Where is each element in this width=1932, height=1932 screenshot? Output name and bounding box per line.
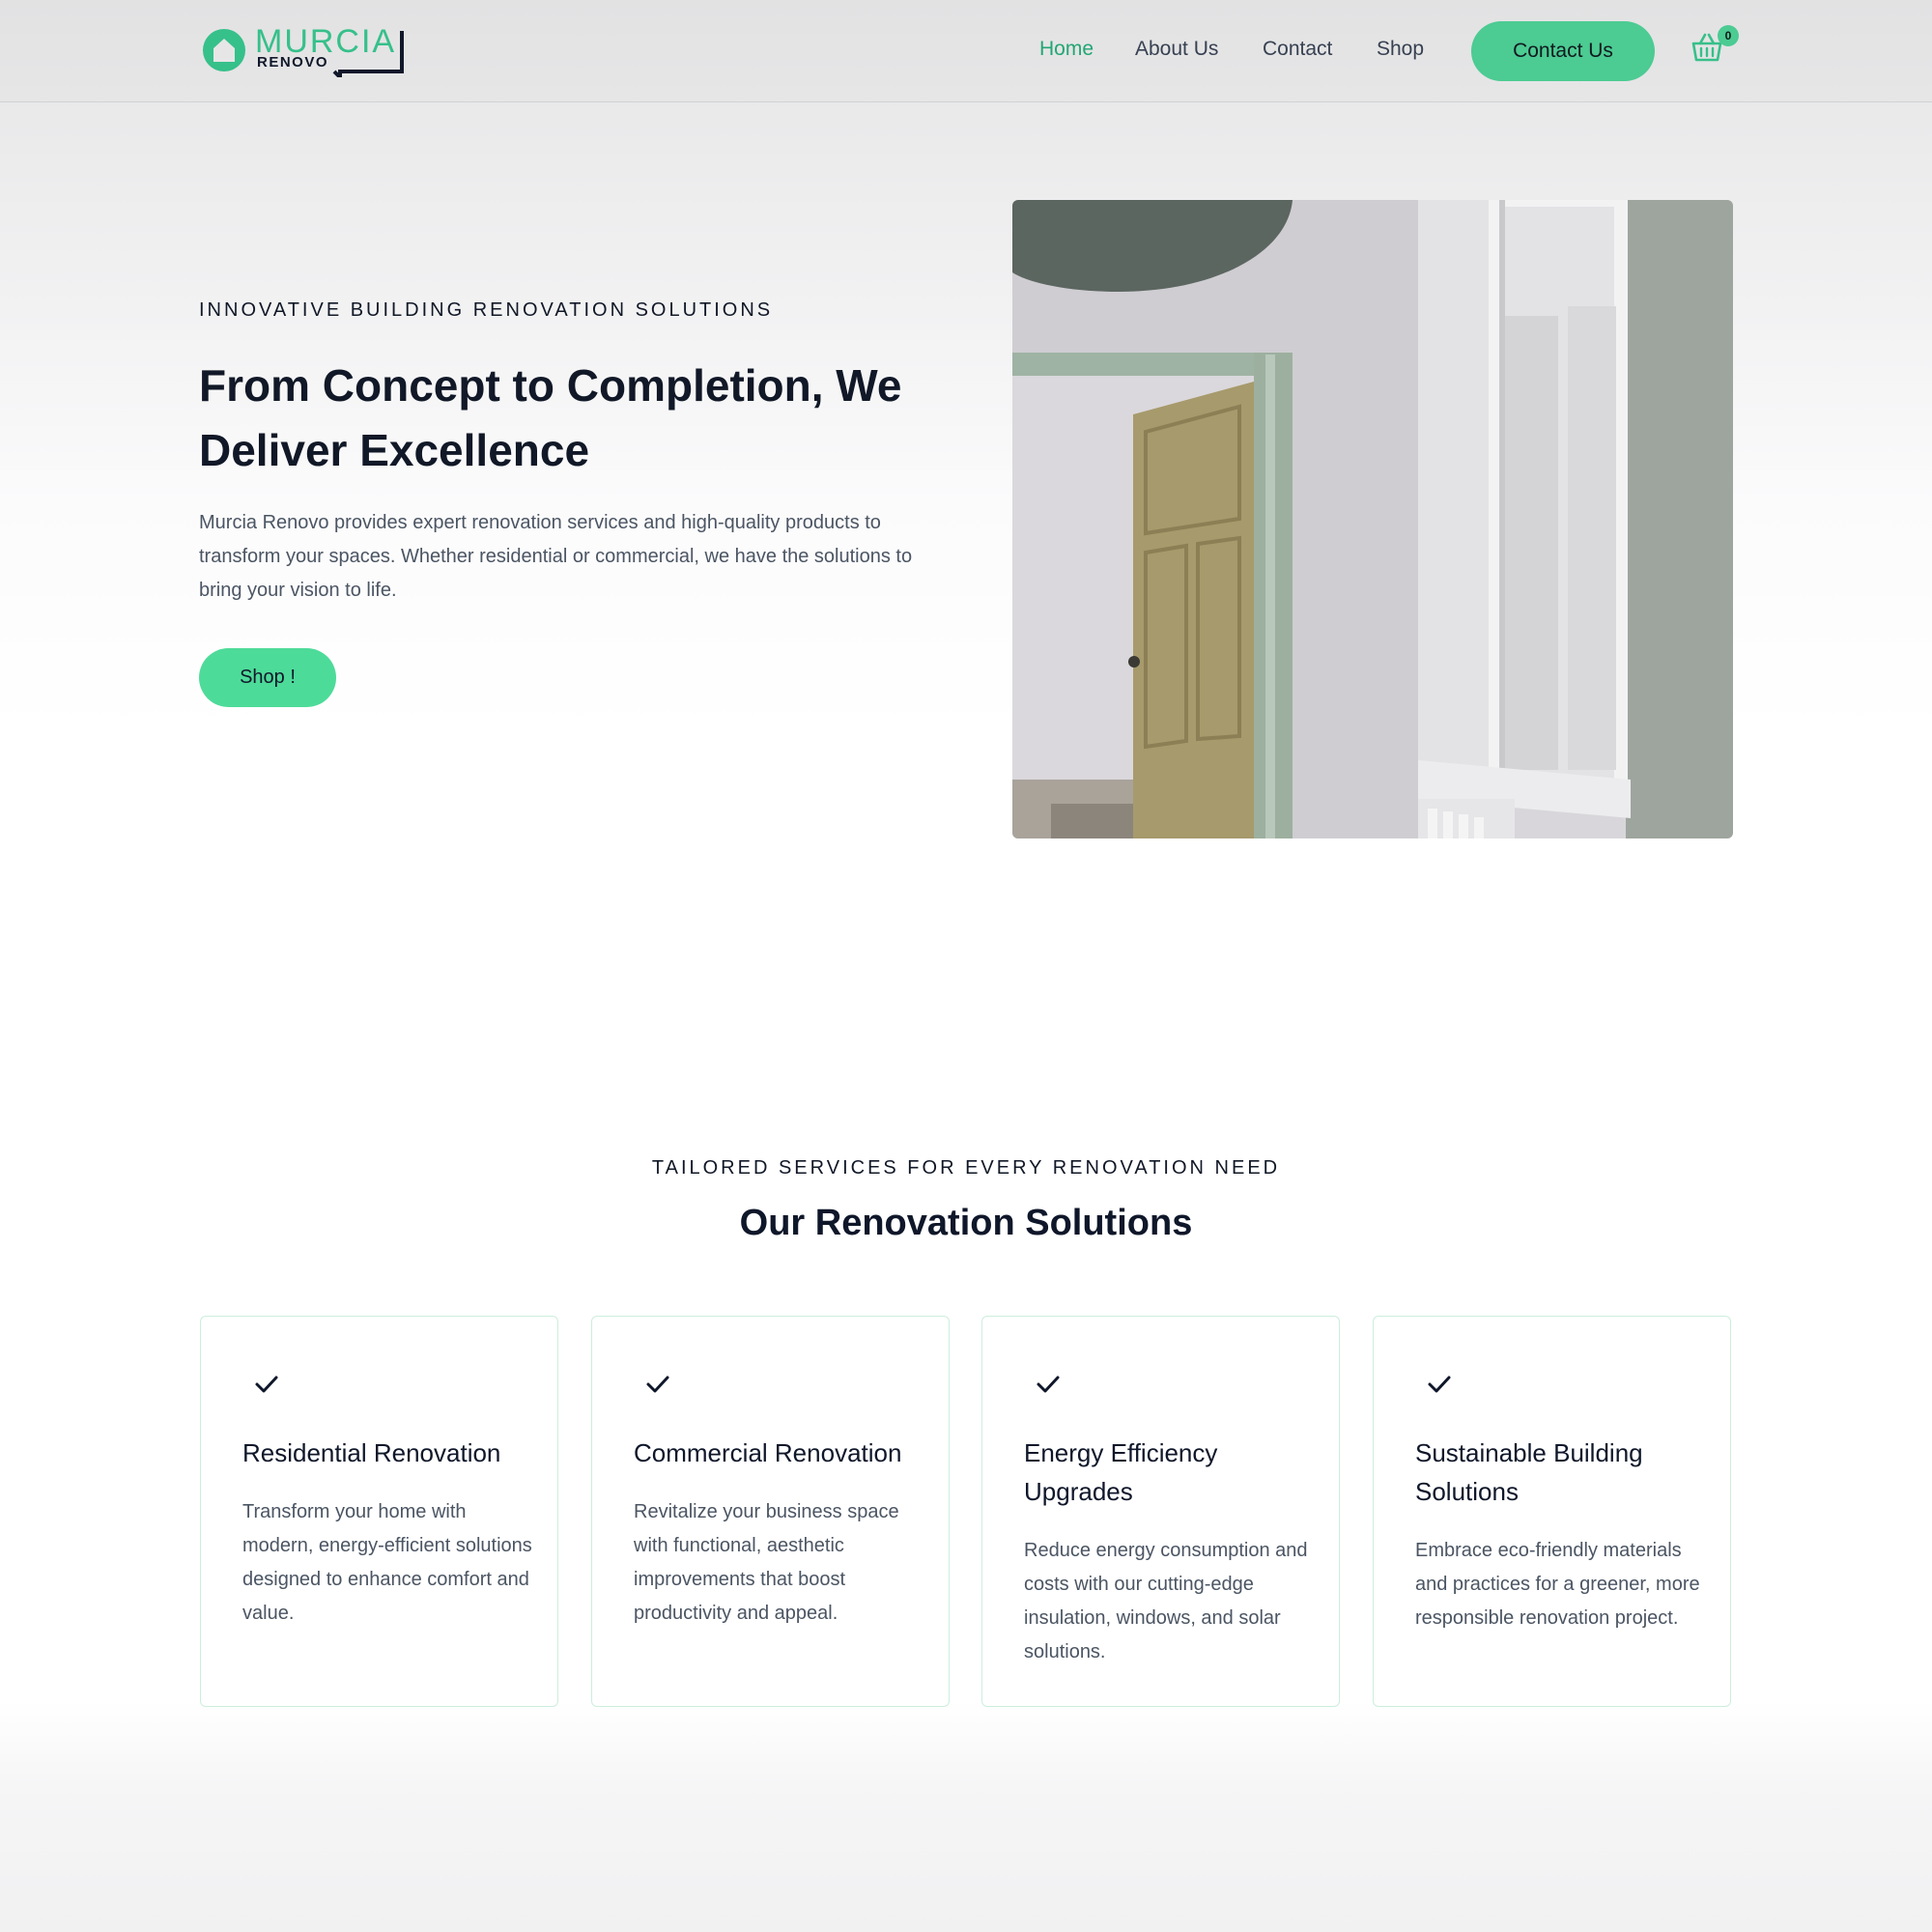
check-icon — [1037, 1376, 1060, 1393]
nav-link-about-us[interactable]: About Us — [1135, 38, 1218, 61]
service-card-title: Energy Efficiency Upgrades — [1024, 1438, 1218, 1506]
service-card-energy-efficiency: Energy Efficiency Upgrades Reduce energy… — [981, 1316, 1340, 1707]
shop-button[interactable]: Shop ! — [199, 648, 336, 707]
service-card-text: Reduce energy consumption and costs with… — [1024, 1540, 1308, 1662]
service-card-text: Revitalize your business space with func… — [634, 1501, 899, 1624]
hero-image-room-door — [1012, 200, 1733, 838]
contact-us-button[interactable]: Contact Us — [1471, 21, 1655, 81]
service-card-title: Sustainable Building Solutions — [1415, 1438, 1643, 1506]
cart-count-badge: 0 — [1718, 25, 1739, 46]
check-icon — [255, 1376, 278, 1393]
services-title: Our Renovation Solutions — [739, 1203, 1193, 1243]
hero-title: From Concept to Completion, We Deliver E… — [199, 360, 902, 475]
service-card-sustainable: Sustainable Building Solutions Embrace e… — [1373, 1316, 1731, 1707]
site-header: MURCIA RENOVO Home About Us Contact Shop… — [0, 0, 1932, 102]
hero-eyebrow: INNOVATIVE BUILDING RENOVATION SOLUTIONS — [199, 299, 774, 321]
check-icon — [646, 1376, 669, 1393]
house-logo-icon — [203, 29, 245, 71]
service-card-text: Transform your home with modern, energy-… — [242, 1501, 532, 1624]
check-icon — [1428, 1376, 1451, 1393]
nav-link-shop[interactable]: Shop — [1377, 38, 1424, 61]
service-card-text: Embrace eco-friendly materials and pract… — [1415, 1540, 1700, 1629]
nav-link-home[interactable]: Home — [1039, 38, 1094, 61]
hero-description: Murcia Renovo provides expert renovation… — [199, 512, 913, 601]
logo[interactable]: MURCIA RENOVO — [201, 23, 404, 77]
service-card-residential: Residential Renovation Transform your ho… — [200, 1316, 558, 1707]
service-card-title: Commercial Renovation — [634, 1438, 902, 1467]
service-card-commercial: Commercial Renovation Revitalize your bu… — [591, 1316, 950, 1707]
service-card-title: Residential Renovation — [242, 1438, 501, 1467]
services-eyebrow: TAILORED SERVICES FOR EVERY RENOVATION N… — [651, 1157, 1281, 1179]
logo-text-renovo: RENOVO — [257, 54, 329, 71]
nav-link-contact[interactable]: Contact — [1263, 38, 1332, 61]
logo-bracket-mark — [332, 31, 404, 77]
